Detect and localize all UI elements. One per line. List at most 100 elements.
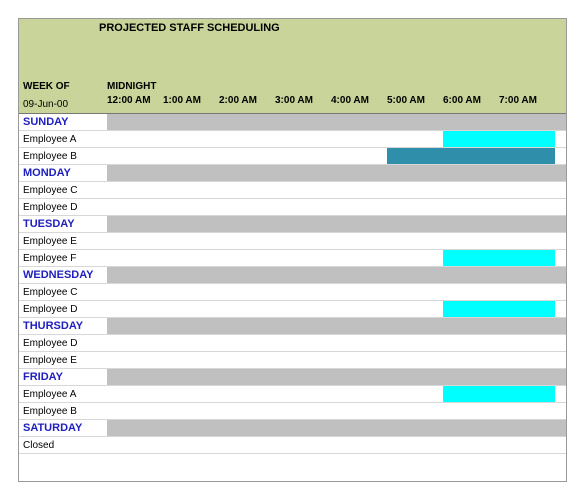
schedule-cell[interactable] <box>443 250 499 266</box>
schedule-cell[interactable] <box>163 131 219 147</box>
schedule-cell[interactable] <box>275 284 331 300</box>
schedule-cell[interactable] <box>387 437 443 453</box>
schedule-cell[interactable] <box>331 335 387 351</box>
schedule-cell[interactable] <box>499 182 555 198</box>
schedule-cell[interactable] <box>219 335 275 351</box>
schedule-cell[interactable] <box>387 199 443 215</box>
schedule-cell[interactable] <box>331 131 387 147</box>
schedule-cell[interactable] <box>331 301 387 317</box>
schedule-cell[interactable] <box>163 301 219 317</box>
schedule-cell[interactable] <box>443 148 499 164</box>
schedule-cell[interactable] <box>499 335 555 351</box>
schedule-cell[interactable] <box>443 335 499 351</box>
schedule-cell[interactable] <box>107 182 163 198</box>
schedule-cell[interactable] <box>443 386 499 402</box>
schedule-cell[interactable] <box>163 199 219 215</box>
schedule-cell[interactable] <box>107 386 163 402</box>
schedule-cell[interactable] <box>275 437 331 453</box>
schedule-cell[interactable] <box>331 403 387 419</box>
schedule-cell[interactable] <box>275 301 331 317</box>
schedule-cell[interactable] <box>219 284 275 300</box>
schedule-cell[interactable] <box>499 437 555 453</box>
schedule-cell[interactable] <box>331 250 387 266</box>
schedule-cell[interactable] <box>443 199 499 215</box>
schedule-cell[interactable] <box>219 148 275 164</box>
schedule-cell[interactable] <box>107 233 163 249</box>
schedule-cell[interactable] <box>331 233 387 249</box>
schedule-cell[interactable] <box>163 335 219 351</box>
schedule-cell[interactable] <box>275 403 331 419</box>
schedule-cell[interactable] <box>163 284 219 300</box>
schedule-cell[interactable] <box>219 403 275 419</box>
schedule-cell[interactable] <box>107 335 163 351</box>
schedule-cell[interactable] <box>163 148 219 164</box>
schedule-cell[interactable] <box>275 131 331 147</box>
schedule-cell[interactable] <box>107 352 163 368</box>
schedule-cell[interactable] <box>443 437 499 453</box>
schedule-cell[interactable] <box>499 131 555 147</box>
schedule-cell[interactable] <box>387 335 443 351</box>
schedule-cell[interactable] <box>387 284 443 300</box>
schedule-cell[interactable] <box>275 148 331 164</box>
schedule-cell[interactable] <box>499 284 555 300</box>
schedule-cell[interactable] <box>275 352 331 368</box>
schedule-cell[interactable] <box>331 148 387 164</box>
schedule-cell[interactable] <box>387 182 443 198</box>
schedule-cell[interactable] <box>163 352 219 368</box>
schedule-cell[interactable] <box>275 233 331 249</box>
schedule-cell[interactable] <box>107 284 163 300</box>
schedule-cell[interactable] <box>107 148 163 164</box>
schedule-cell[interactable] <box>499 301 555 317</box>
schedule-cell[interactable] <box>163 386 219 402</box>
schedule-cell[interactable] <box>219 301 275 317</box>
schedule-cell[interactable] <box>443 352 499 368</box>
schedule-cell[interactable] <box>107 301 163 317</box>
schedule-cell[interactable] <box>163 182 219 198</box>
schedule-cell[interactable] <box>387 250 443 266</box>
schedule-cell[interactable] <box>443 182 499 198</box>
schedule-cell[interactable] <box>331 199 387 215</box>
schedule-cell[interactable] <box>331 437 387 453</box>
schedule-cell[interactable] <box>275 250 331 266</box>
schedule-cell[interactable] <box>499 199 555 215</box>
schedule-cell[interactable] <box>107 131 163 147</box>
schedule-cell[interactable] <box>107 437 163 453</box>
schedule-cell[interactable] <box>331 182 387 198</box>
schedule-cell[interactable] <box>443 301 499 317</box>
schedule-cell[interactable] <box>443 284 499 300</box>
schedule-cell[interactable] <box>387 403 443 419</box>
schedule-cell[interactable] <box>499 386 555 402</box>
schedule-cell[interactable] <box>219 182 275 198</box>
schedule-cell[interactable] <box>387 233 443 249</box>
schedule-cell[interactable] <box>275 335 331 351</box>
schedule-cell[interactable] <box>443 403 499 419</box>
schedule-cell[interactable] <box>219 250 275 266</box>
schedule-cell[interactable] <box>219 386 275 402</box>
schedule-cell[interactable] <box>275 199 331 215</box>
schedule-cell[interactable] <box>163 403 219 419</box>
schedule-cell[interactable] <box>163 233 219 249</box>
schedule-cell[interactable] <box>499 233 555 249</box>
schedule-cell[interactable] <box>387 301 443 317</box>
schedule-cell[interactable] <box>219 131 275 147</box>
schedule-cell[interactable] <box>107 250 163 266</box>
schedule-cell[interactable] <box>331 386 387 402</box>
schedule-cell[interactable] <box>387 148 443 164</box>
schedule-cell[interactable] <box>219 199 275 215</box>
schedule-cell[interactable] <box>219 233 275 249</box>
schedule-cell[interactable] <box>331 284 387 300</box>
schedule-cell[interactable] <box>499 250 555 266</box>
schedule-cell[interactable] <box>163 437 219 453</box>
schedule-cell[interactable] <box>331 352 387 368</box>
schedule-cell[interactable] <box>275 386 331 402</box>
schedule-cell[interactable] <box>219 352 275 368</box>
schedule-cell[interactable] <box>499 352 555 368</box>
schedule-cell[interactable] <box>387 352 443 368</box>
schedule-cell[interactable] <box>107 403 163 419</box>
schedule-cell[interactable] <box>275 182 331 198</box>
schedule-cell[interactable] <box>443 131 499 147</box>
schedule-cell[interactable] <box>163 250 219 266</box>
schedule-cell[interactable] <box>499 148 555 164</box>
schedule-cell[interactable] <box>387 131 443 147</box>
schedule-cell[interactable] <box>443 233 499 249</box>
